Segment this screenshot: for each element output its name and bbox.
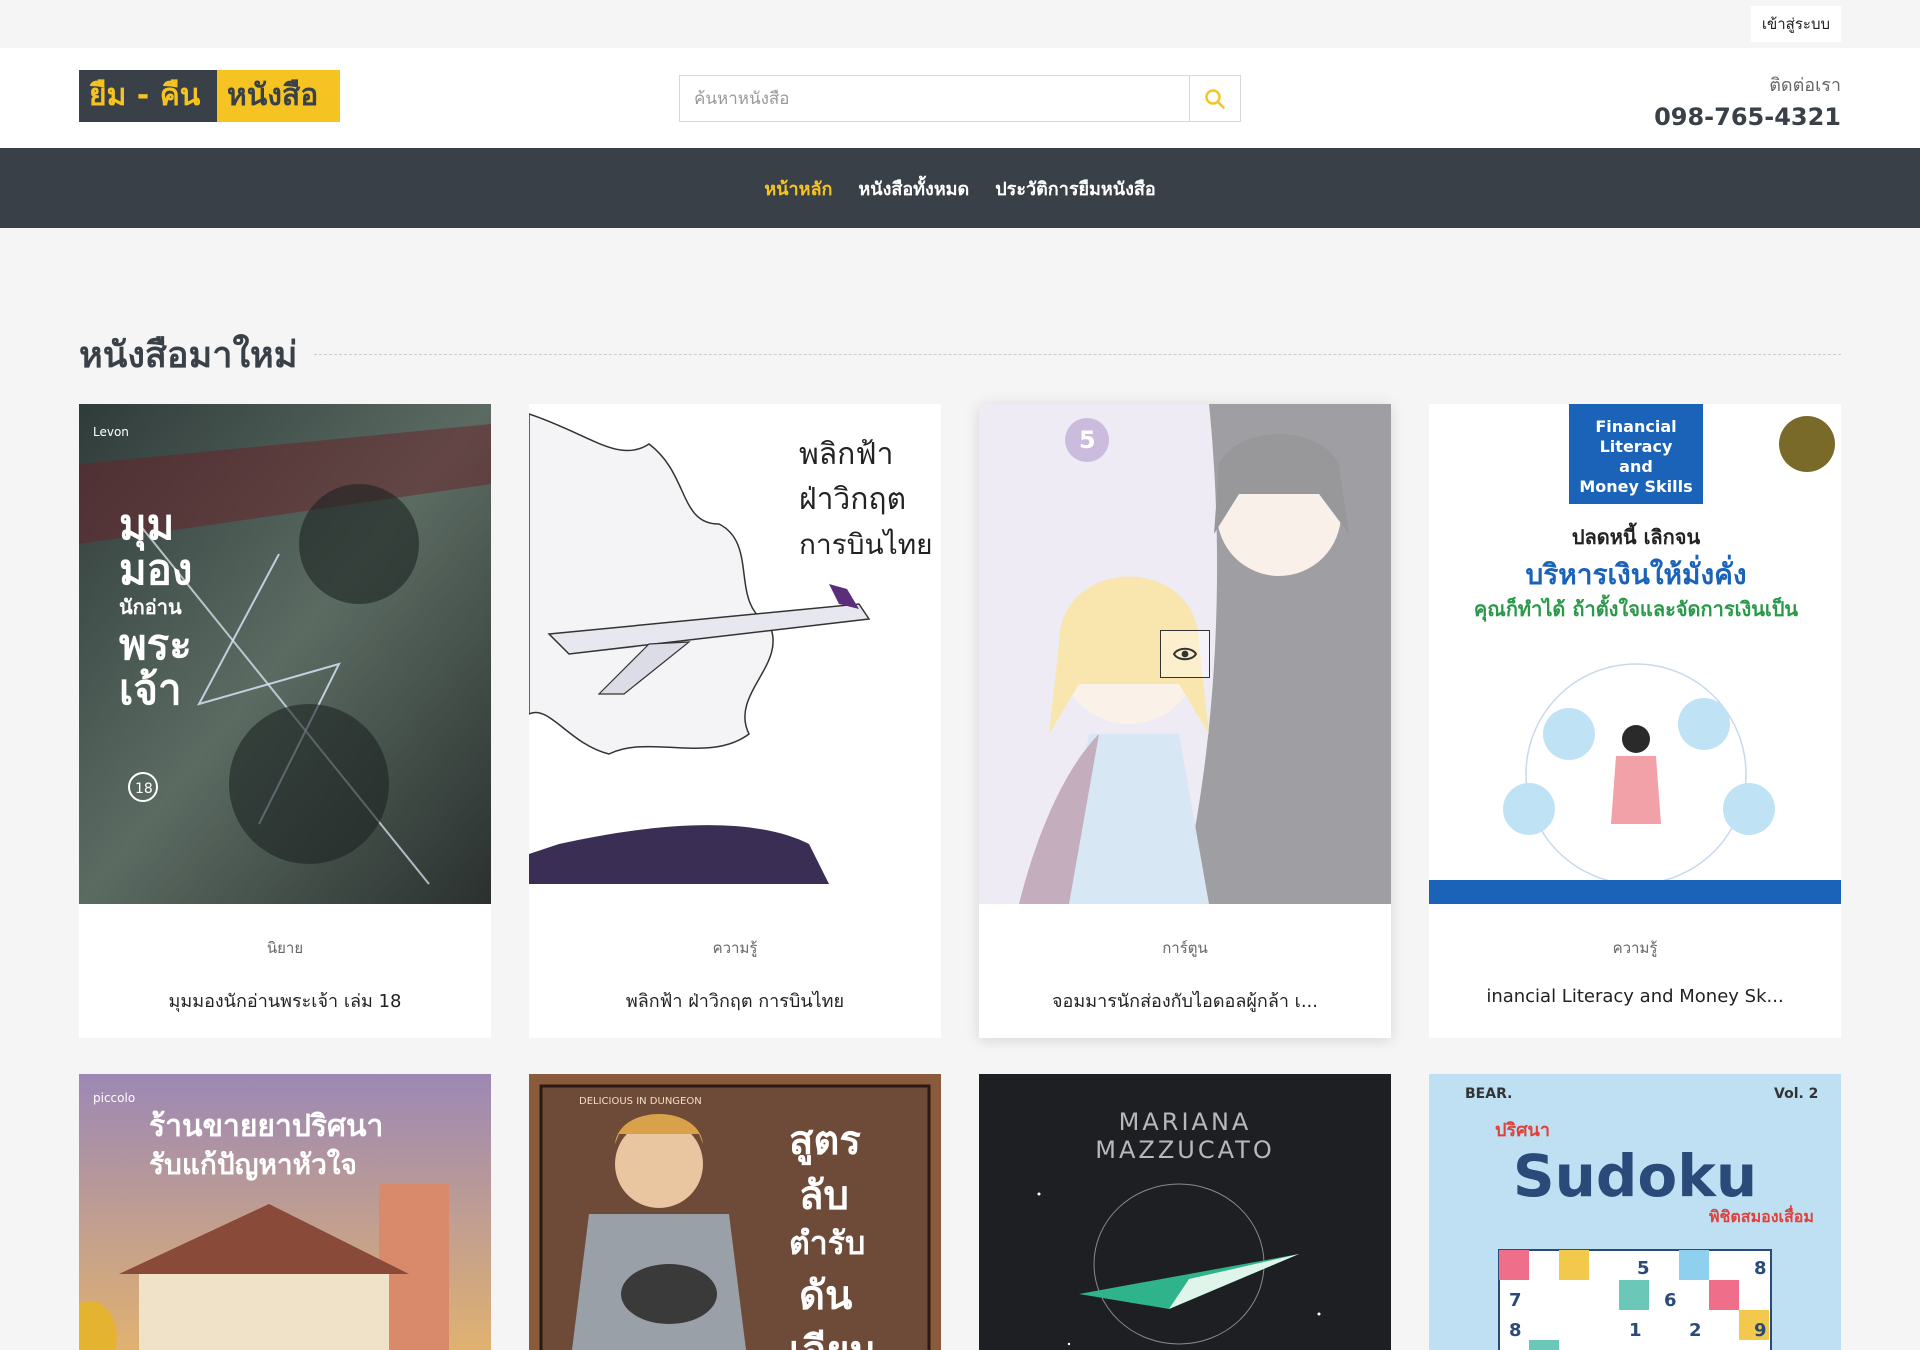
cover-title: Sudoku <box>1513 1142 1757 1210</box>
svg-text:ตำรับ: ตำรับ <box>789 1224 865 1262</box>
book-card[interactable]: BEAR. Vol. 2 ปริศนา Sudoku พิชิตสมองเสื่… <box>1429 1074 1841 1350</box>
book-cover[interactable]: พลิกฟ้า ฝ่าวิกฤต การบินไทย การบินไทยต้อง… <box>529 404 941 904</box>
svg-text:Literacy: Literacy <box>1600 437 1673 456</box>
book-title[interactable]: พลิกฟ้า ฝ่าวิกฤต การบินไทย <box>529 986 941 1015</box>
contact-phone: 098-765-4321 <box>1654 103 1841 131</box>
contact-label: ติดต่อเรา <box>1769 75 1841 96</box>
cover-subtitle: ปริศนา <box>1495 1120 1550 1141</box>
logo-text-left: ยืม - คืน <box>79 70 217 122</box>
header: ยืม - คืน หนังสือ ติดต่อเรา 098-765-4321 <box>0 48 1920 148</box>
cover-badge: Levon <box>93 425 129 439</box>
logo-text-right: หนังสือ <box>217 70 340 122</box>
book-info: ความรู้ พลิกฟ้า ฝ่าวิกฤต การบินไทย <box>529 904 941 1038</box>
quick-view-button[interactable] <box>1160 630 1210 678</box>
book-cover[interactable]: DELICIOUS IN DUNGEON สูตร ลับ ตำรับ ดัน … <box>529 1074 941 1350</box>
book-category: การ์ตูน <box>1162 939 1208 957</box>
svg-text:ฝ่าวิกฤต: ฝ่าวิกฤต <box>799 482 906 517</box>
book-card[interactable]: DELICIOUS IN DUNGEON สูตร ลับ ตำรับ ดัน … <box>529 1074 941 1350</box>
book-title[interactable]: inancial Literacy and Money Sk... <box>1429 986 1841 1007</box>
svg-text:Financial: Financial <box>1595 417 1676 436</box>
book-card[interactable]: 5 การ์ตูน จอมมารนักส่องกับไอดอลผู้กล้า เ… <box>979 404 1391 1038</box>
svg-text:8: 8 <box>1509 1320 1522 1341</box>
svg-text:9: 9 <box>1754 1320 1767 1341</box>
book-category: ความรู้ <box>712 939 758 957</box>
nav-item-home[interactable]: หน้าหลัก <box>764 174 832 203</box>
book-cover[interactable]: 5 <box>979 404 1391 904</box>
svg-text:บริหารเงินให้มั่งคั่ง: บริหารเงินให้มั่งคั่ง <box>1525 554 1746 591</box>
svg-text:เจ้า: เจ้า <box>119 665 182 714</box>
svg-text:18: 18 <box>135 781 153 797</box>
svg-text:7: 7 <box>1509 1290 1522 1311</box>
book-title[interactable]: จอมมารนักส่องกับไอดอลผู้กล้า เ... <box>979 986 1391 1015</box>
cover-badge: DELICIOUS IN DUNGEON <box>579 1096 702 1107</box>
book-info: ความรู้ inancial Literacy and Money Sk..… <box>1429 904 1841 1038</box>
section-divider <box>313 354 1841 355</box>
section-title: หนังสือมาใหม่ <box>79 335 298 376</box>
book-cover[interactable]: Levon มุม มอง นักอ่าน พระ เจ้า 18 <box>79 404 491 904</box>
svg-text:รับแก้ปัญหาหัวใจ: รับแก้ปัญหาหัวใจ <box>149 1148 357 1181</box>
svg-text:การบินไทยต้องรอดเท่านั้น: การบินไทยต้องรอดเท่านั้น <box>639 866 774 882</box>
search-icon <box>1205 88 1225 109</box>
search-bar <box>679 75 1241 122</box>
book-cover[interactable]: MARIANA MAZZUCATO <box>979 1074 1391 1350</box>
svg-text:มุม: มุม <box>119 500 174 551</box>
book-card[interactable]: พลิกฟ้า ฝ่าวิกฤต การบินไทย การบินไทยต้อง… <box>529 404 941 1038</box>
svg-text:พระ: พระ <box>119 620 192 669</box>
cover-tagline: พิชิตสมองเสื่อม <box>1709 1205 1814 1226</box>
book-category: ความรู้ <box>1612 939 1658 957</box>
svg-text:เจียน: เจียน <box>789 1328 877 1350</box>
svg-text:คุณก็ทำได้ ถ้าตั้งใจและจัดการเ: คุณก็ทำได้ ถ้าตั้งใจและจัดการเงินเป็น <box>1474 594 1799 622</box>
search-button[interactable] <box>1189 76 1240 121</box>
svg-text:ลับ: ลับ <box>799 1173 849 1219</box>
svg-text:ร้านขายยาปริศนา: ร้านขายยาปริศนา <box>149 1109 383 1144</box>
search-input[interactable] <box>680 76 1189 121</box>
svg-text:มอง: มอง <box>119 545 192 594</box>
login-button[interactable]: เข้าสู่ระบบ <box>1750 6 1841 42</box>
svg-text:1: 1 <box>1629 1320 1642 1341</box>
cover-badge: BEAR. <box>1465 1086 1512 1102</box>
book-info: การ์ตูน จอมมารนักส่องกับไอดอลผู้กล้า เ..… <box>979 904 1391 1038</box>
book-info: นิยาย มุมมองนักอ่านพระเจ้า เล่ม 18 <box>79 904 491 1038</box>
section-header: หนังสือมาใหม่ <box>79 326 1841 383</box>
nav-item-borrow-history[interactable]: ประวัติการยืมหนังสือ <box>995 174 1155 203</box>
book-cover[interactable]: Financial Literacy and Money Skills ปลดห… <box>1429 404 1841 904</box>
svg-text:ดัน: ดัน <box>799 1273 852 1319</box>
svg-text:Money Skills: Money Skills <box>1579 477 1692 496</box>
book-grid: Levon มุม มอง นักอ่าน พระ เจ้า 18 นิยาย … <box>79 404 1841 1350</box>
main-nav: หน้าหลัก หนังสือทั้งหมด ประวัติการยืมหนั… <box>0 148 1920 228</box>
svg-text:สูตร: สูตร <box>789 1118 861 1165</box>
svg-text:ปลดหนี้ เลิกจน: ปลดหนี้ เลิกจน <box>1572 522 1701 549</box>
svg-text:8: 8 <box>1754 1258 1767 1279</box>
book-title[interactable]: มุมมองนักอ่านพระเจ้า เล่ม 18 <box>79 986 491 1015</box>
book-card[interactable]: piccolo ร้านขายยาปริศนา รับแก้ปัญหาหัวใจ <box>79 1074 491 1350</box>
svg-text:5: 5 <box>1637 1258 1650 1279</box>
nav-item-all-books[interactable]: หนังสือทั้งหมด <box>858 174 969 203</box>
svg-text:นักอ่าน: นักอ่าน <box>119 595 182 619</box>
svg-text:6: 6 <box>1664 1290 1677 1311</box>
svg-text:พลิกฟ้า: พลิกฟ้า <box>799 437 893 472</box>
book-category: นิยาย <box>266 939 304 957</box>
cover-volume: Vol. 2 <box>1774 1086 1818 1102</box>
top-bar: เข้าสู่ระบบ <box>0 0 1920 48</box>
book-card[interactable]: MARIANA MAZZUCATO <box>979 1074 1391 1350</box>
svg-text:MAZZUCATO: MAZZUCATO <box>1095 1136 1274 1164</box>
cover-badge: piccolo <box>93 1091 135 1105</box>
book-cover[interactable]: BEAR. Vol. 2 ปริศนา Sudoku พิชิตสมองเสื่… <box>1429 1074 1841 1350</box>
eye-icon <box>1173 647 1197 661</box>
book-cover[interactable]: piccolo ร้านขายยาปริศนา รับแก้ปัญหาหัวใจ <box>79 1074 491 1350</box>
svg-text:2: 2 <box>1689 1320 1702 1341</box>
svg-text:การบินไทย: การบินไทย <box>799 528 933 561</box>
svg-text:MARIANA: MARIANA <box>1119 1108 1252 1136</box>
book-card[interactable]: Financial Literacy and Money Skills ปลดห… <box>1429 404 1841 1038</box>
site-logo[interactable]: ยืม - คืน หนังสือ <box>79 70 340 122</box>
contact-info: ติดต่อเรา 098-765-4321 <box>1654 70 1841 131</box>
svg-text:and: and <box>1619 457 1653 476</box>
book-card[interactable]: Levon มุม มอง นักอ่าน พระ เจ้า 18 นิยาย … <box>79 404 491 1038</box>
